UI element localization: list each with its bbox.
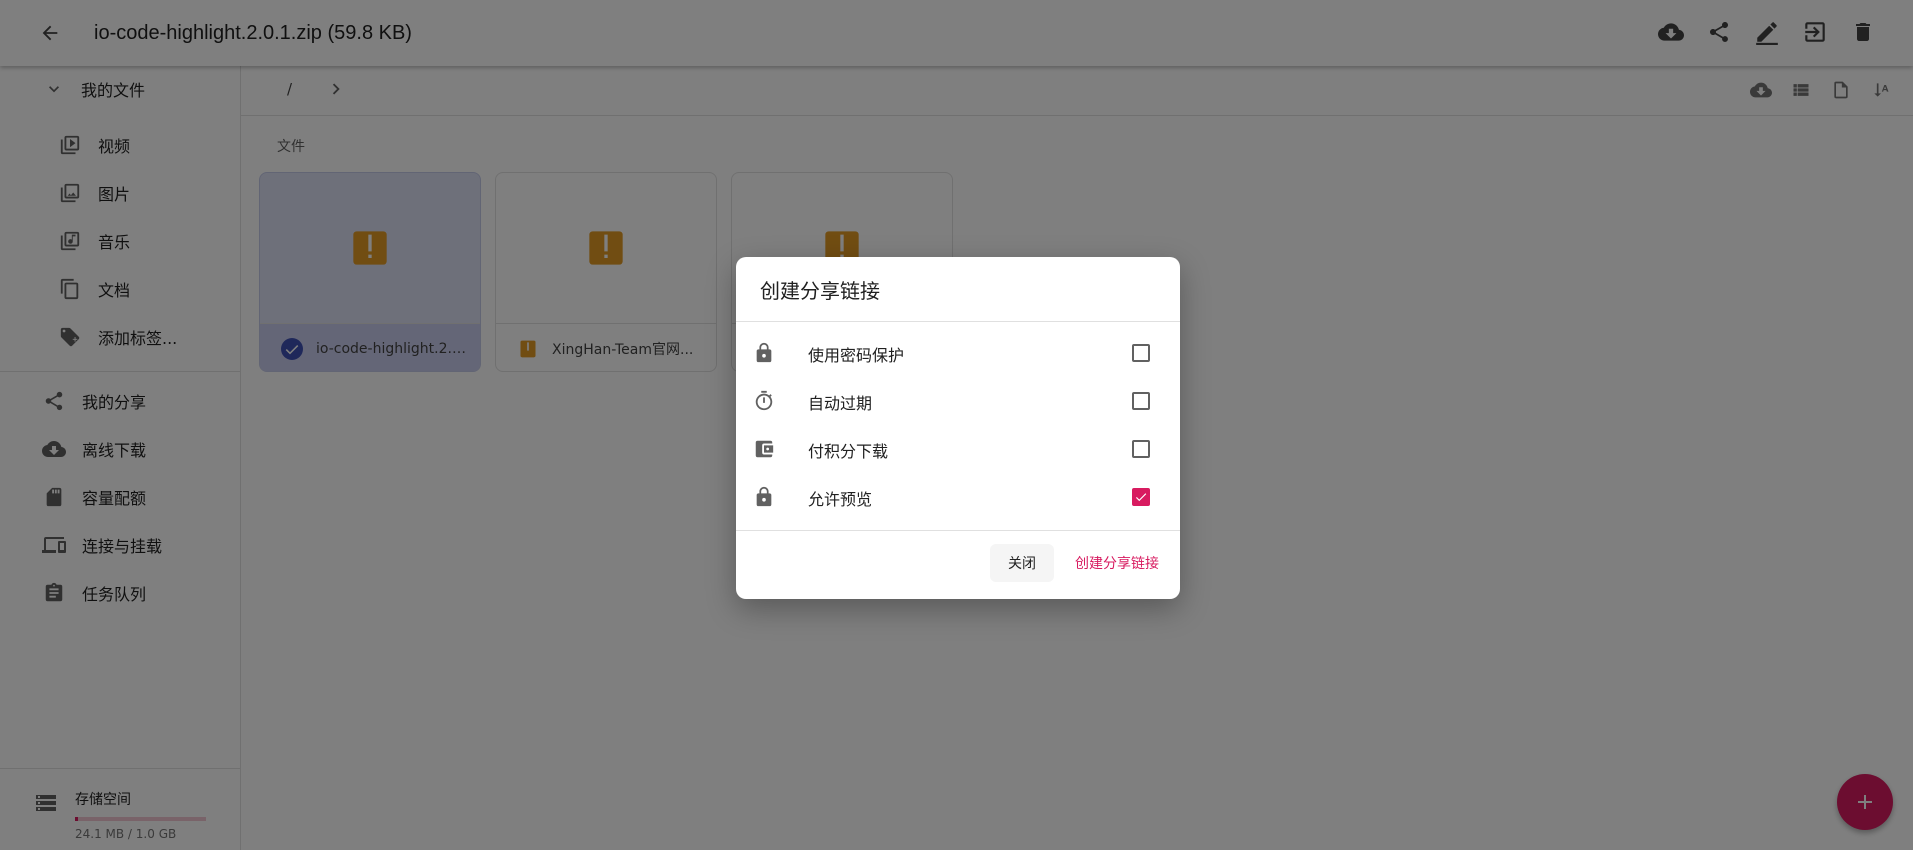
share-dialog: 创建分享链接 使用密码保护 自动过期 付积分下载 允许预览 关闭 创建分享链接: [736, 257, 1180, 599]
option-label: 自动过期: [808, 394, 873, 413]
option-label: 使用密码保护: [808, 346, 905, 365]
option-auto-expire[interactable]: 自动过期: [736, 377, 1180, 425]
lock-icon: [752, 485, 776, 509]
dialog-title: 创建分享链接: [760, 279, 880, 303]
allow-preview-checkbox[interactable]: [1132, 488, 1150, 506]
paid-download-checkbox[interactable]: [1132, 440, 1150, 458]
password-checkbox[interactable]: [1132, 344, 1150, 362]
timer-icon: [752, 389, 776, 413]
auto-expire-checkbox[interactable]: [1132, 392, 1150, 410]
close-button[interactable]: 关闭: [990, 544, 1054, 582]
wallet-icon: [752, 437, 776, 461]
create-share-link-button[interactable]: 创建分享链接: [1062, 544, 1172, 582]
option-allow-preview[interactable]: 允许预览: [736, 473, 1180, 521]
dialog-divider: [736, 321, 1180, 322]
lock-icon: [752, 341, 776, 365]
option-label: 付积分下载: [808, 442, 889, 461]
dialog-divider: [736, 530, 1180, 531]
option-password-protect[interactable]: 使用密码保护: [736, 329, 1180, 377]
option-paid-download[interactable]: 付积分下载: [736, 425, 1180, 473]
option-label: 允许预览: [808, 490, 873, 509]
check-icon: [1135, 493, 1147, 502]
